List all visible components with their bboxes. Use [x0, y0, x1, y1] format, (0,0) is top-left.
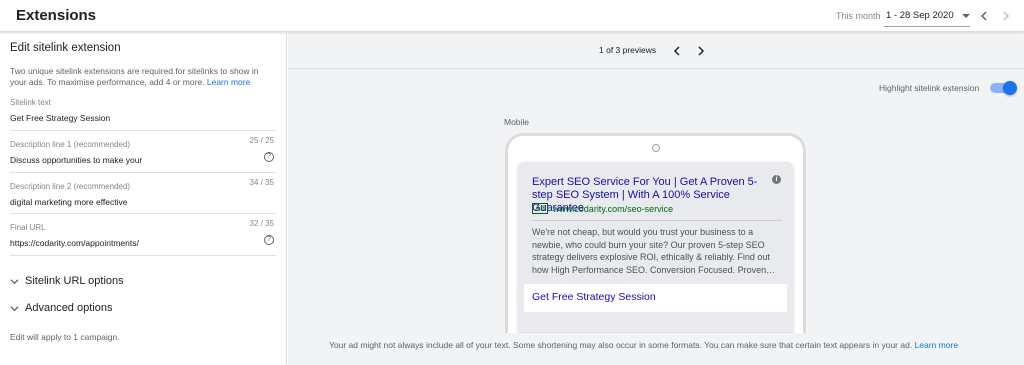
date-range-underline: [884, 26, 970, 27]
description-line-1-field[interactable]: Description line 1 (recommended) 25 / 25…: [10, 136, 276, 165]
sitelink-url-options-toggle[interactable]: Sitelink URL options: [10, 275, 124, 287]
chevron-down-icon: [10, 278, 19, 284]
description-line-1-input[interactable]: Discuss opportunities to make your: [10, 155, 276, 165]
phone-camera: [652, 144, 660, 152]
panel-description: Two unique sitelink extensions are requi…: [10, 66, 276, 88]
info-icon[interactable]: i: [772, 175, 781, 184]
chevron-left-icon: [673, 46, 680, 56]
ad-url-row: Ad www.codarity.com/seo-service: [532, 203, 673, 214]
date-range-label: This month: [836, 11, 881, 21]
field-divider: [10, 130, 276, 131]
highlight-sitelink-toggle[interactable]: [990, 81, 1017, 95]
description-line-2-counter: 34 / 35: [249, 178, 274, 187]
ad-sitelink-text: Get Free Strategy Session: [532, 291, 656, 303]
ad-display-url: www.codarity.com/seo-service: [552, 203, 674, 214]
next-period-button[interactable]: [998, 8, 1014, 24]
learn-more-link[interactable]: Learn more: [207, 77, 250, 87]
chevron-right-icon: [698, 46, 705, 56]
final-url-counter: 32 / 35: [249, 219, 274, 228]
field-divider: [10, 172, 276, 173]
help-icon[interactable]: ?: [264, 235, 274, 245]
final-url-label: Final URL: [10, 223, 46, 232]
ad-badge: Ad: [532, 203, 548, 214]
preview-counter: 1 of 3 previews: [599, 45, 657, 55]
mobile-phone-frame: Expert SEO Service For You | Get A Prove…: [505, 133, 806, 333]
sitelink-text-label: Sitelink text: [10, 98, 51, 107]
sitelink-text-input[interactable]: Get Free Strategy Session: [10, 113, 276, 123]
panel-title: Edit sitelink extension: [10, 42, 121, 54]
ad-description: We're not cheap, but would you trust you…: [532, 227, 776, 275]
apply-note: Edit will apply to 1 campaign.: [10, 332, 120, 342]
description-line-2-field[interactable]: Description line 2 (recommended) 34 / 35…: [10, 178, 276, 207]
previous-preview-button[interactable]: [669, 43, 685, 59]
page-title: Extensions: [16, 7, 97, 24]
previous-period-button[interactable]: [976, 8, 992, 24]
ad-preview-card: Expert SEO Service For You | Get A Prove…: [518, 162, 793, 332]
toggle-thumb: [1003, 81, 1017, 95]
advanced-options-toggle[interactable]: Advanced options: [10, 302, 112, 314]
date-dropdown-icon[interactable]: [958, 8, 974, 24]
sitelink-url-options-label: Sitelink URL options: [25, 275, 124, 287]
description-line-1-counter: 25 / 25: [249, 136, 274, 145]
next-preview-button[interactable]: [693, 43, 709, 59]
ad-sitelink[interactable]: Get Free Strategy Session: [524, 284, 787, 312]
top-bar: Extensions This month 1 - 28 Sep 2020: [0, 0, 1024, 32]
preview-learn-more-link[interactable]: Learn more: [915, 340, 958, 350]
preview-disclaimer: Your ad might not always include all of …: [329, 340, 958, 350]
device-label: Mobile: [504, 117, 530, 127]
chevron-down-icon: [10, 305, 19, 311]
preview-disclaimer-text: Your ad might not always include all of …: [329, 340, 913, 350]
help-icon[interactable]: ?: [264, 152, 274, 162]
description-line-2-input[interactable]: digital marketing more effective: [10, 197, 276, 207]
ad-divider: [532, 220, 782, 221]
field-divider: [10, 213, 276, 214]
description-line-2-label: Description line 2 (recommended): [10, 182, 131, 191]
final-url-field[interactable]: Final URL 32 / 35 ? https://codarity.com…: [10, 219, 276, 248]
description-line-1-label: Description line 1 (recommended): [10, 140, 131, 149]
preview-navigation: 1 of 3 previews: [288, 33, 1024, 69]
field-divider: [10, 255, 276, 256]
edit-sitelink-panel: Edit sitelink extension Two unique sitel…: [0, 33, 287, 365]
advanced-options-label: Advanced options: [25, 302, 113, 314]
preview-panel: 1 of 3 previews Highlight sitelink exten…: [288, 33, 1024, 365]
highlight-sitelink-label: Highlight sitelink extension: [879, 83, 980, 93]
date-range-value[interactable]: 1 - 28 Sep 2020: [886, 10, 954, 21]
sitelink-text-field[interactable]: Sitelink text Get Free Strategy Session: [10, 98, 276, 123]
final-url-input[interactable]: https://codarity.com/appointments/: [10, 238, 276, 248]
